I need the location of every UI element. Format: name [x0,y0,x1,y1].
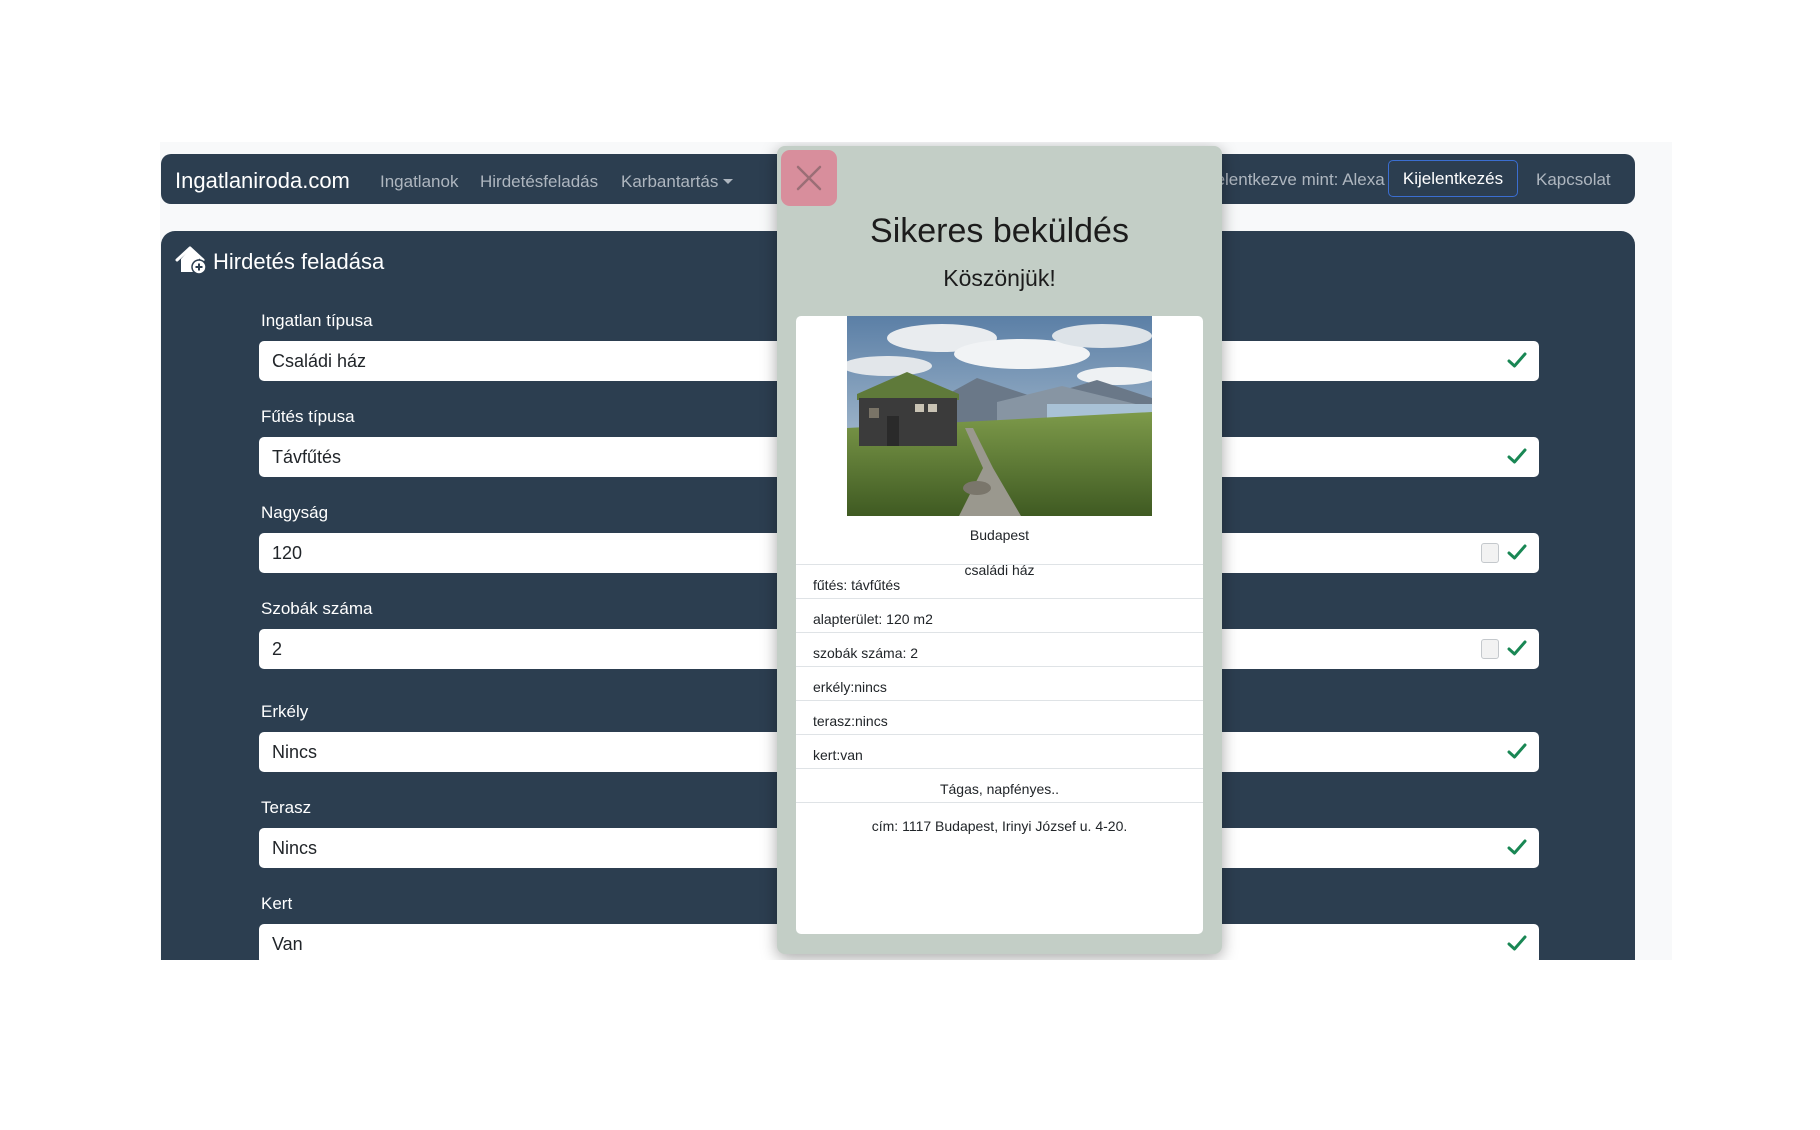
valid-check-icon [1507,448,1527,464]
number-spinner[interactable] [1481,543,1499,563]
label-futes-tipusa: Fűtés típusa [261,407,355,426]
nav-link-ingatlanok[interactable]: Ingatlanok [380,172,458,192]
nav-link-hirdetesfeladas[interactable]: Hirdetésfeladás [480,172,598,192]
form-title-text: Hirdetés feladása [213,249,385,274]
nav-link-kapcsolat[interactable]: Kapcsolat [1536,170,1611,190]
success-modal: Sikeres beküldés Köszönjük! Budapest csa… [777,146,1222,954]
card-city: Budapest [969,527,1030,543]
list-item-text: erkély:nincs [813,679,887,695]
field-value: Nincs [272,742,318,762]
house-photo [847,316,1152,516]
field-value: Családi ház [272,351,367,371]
close-icon [796,165,822,191]
label-kert: Kert [261,894,293,913]
list-item-text: fűtés: távfűtés [813,577,901,593]
valid-check-icon [1507,544,1527,560]
valid-check-icon [1507,352,1527,368]
modal-title: Sikeres beküldés [870,212,1129,250]
label-erkely: Erkély [261,702,309,721]
nav-dropdown-label: Karbantartás [621,172,719,191]
field-value: 2 [272,639,283,659]
property-info-card: Budapest családi ház fűtés: távfűtés ala… [796,316,1203,934]
label-terasz: Terasz [261,798,312,817]
label-szobak-szama: Szobák száma [261,599,373,618]
number-spinner[interactable] [1481,639,1499,659]
label-ingatlan-tipusa: Ingatlan típusa [261,311,373,330]
field-value: Nincs [272,838,318,858]
field-value: Van [272,934,303,954]
field-value: 120 [272,543,303,563]
form-title: Hirdetés feladása [175,245,384,281]
house-add-icon [175,245,207,281]
valid-check-icon [1507,640,1527,656]
brand-logo[interactable]: Ingatlaniroda.com [175,168,350,194]
valid-check-icon [1507,935,1527,951]
list-item-text: terasz:nincs [813,713,888,729]
app-screenshot: Ingatlaniroda.com Ingatlanok Hirdetésfel… [160,142,1672,960]
caret-down-icon [723,179,734,184]
list-item-address: cím: 1117 Budapest, Irinyi József u. 4-2… [796,802,1203,847]
list-item-text: kert:van [813,747,863,763]
field-value: Távfűtés [272,447,342,467]
description-text: Tágas, napfényes.. [939,781,1060,797]
list-item-text: szobák száma: 2 [813,645,919,661]
label-nagysag: Nagyság [261,503,329,522]
valid-check-icon [1507,743,1527,759]
address-text: cím: 1117 Budapest, Irinyi József u. 4-2… [871,818,1128,834]
modal-subtitle: Köszönjük! [943,265,1056,291]
nav-dropdown-karbantartas[interactable]: Karbantartás [621,172,734,192]
valid-check-icon [1507,839,1527,855]
list-item-text: alapterület: 120 m2 [813,611,933,627]
close-button[interactable] [781,150,837,206]
logout-button[interactable]: Kijelentkezés [1388,160,1518,197]
